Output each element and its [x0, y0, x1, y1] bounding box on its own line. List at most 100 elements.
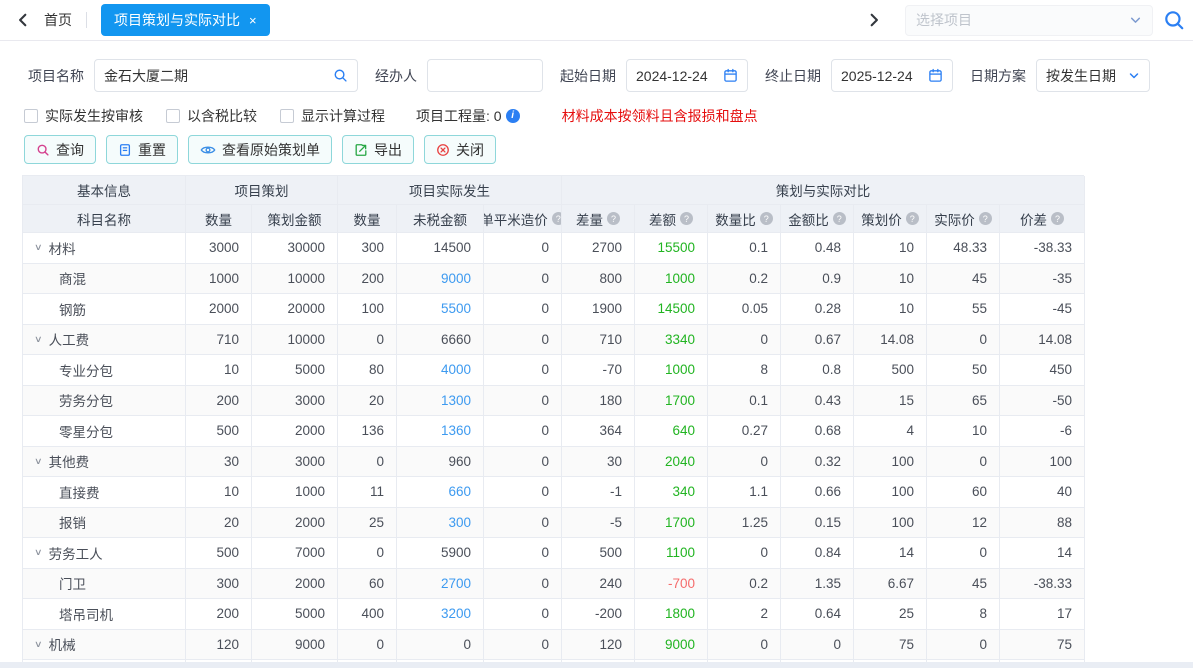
project-name-input[interactable] [104, 68, 327, 84]
plan_amount-value: 30000 [287, 240, 325, 255]
cell-per_sqm_cost: 0 [484, 355, 562, 386]
handler-field[interactable] [427, 59, 543, 92]
start-date-input[interactable] [636, 68, 717, 84]
help-icon[interactable]: ? [552, 212, 562, 225]
tab-home[interactable]: 首页 [36, 10, 86, 30]
calendar-icon[interactable] [723, 68, 738, 83]
cell-actual_qty: 25 [338, 508, 397, 539]
cell-price_diff: 17 [1000, 599, 1085, 630]
plan_price-value: 500 [891, 362, 914, 377]
cell-plan_qty: 3000 [186, 233, 252, 264]
untaxed_amount-value[interactable]: 660 [448, 484, 471, 499]
price_diff-value: 14.08 [1038, 332, 1072, 347]
cell-actual_price: 0 [927, 538, 1000, 569]
plan_amount-value: 10000 [287, 332, 325, 347]
global-search-icon[interactable] [1163, 9, 1185, 31]
help-icon[interactable]: ? [607, 212, 620, 225]
help-icon[interactable]: ? [760, 212, 773, 225]
collapse-chevron-icon[interactable]: ∨ [34, 639, 43, 650]
cell-amount_ratio: 0.84 [781, 538, 854, 569]
help-icon[interactable]: ? [680, 212, 693, 225]
cell-plan_qty: 200 [186, 599, 252, 630]
untaxed_amount-value[interactable]: 3200 [441, 606, 471, 621]
help-icon[interactable]: ? [1051, 212, 1064, 225]
help-icon[interactable]: ? [979, 212, 992, 225]
horizontal-scrollbar[interactable] [0, 662, 1193, 668]
cell-plan_price: 14 [854, 538, 927, 569]
column-label: 差量 [576, 209, 603, 229]
untaxed_amount-value[interactable]: 1360 [441, 423, 471, 438]
untaxed_amount-value: 6660 [441, 332, 471, 347]
collapse-chevron-icon[interactable]: ∨ [34, 334, 43, 345]
view-original-plan-button[interactable]: 查看原始策划单 [188, 135, 332, 164]
cell-plan_price: 75 [854, 630, 927, 661]
checkbox-icon[interactable] [24, 109, 38, 123]
project-select[interactable]: 选择项目 [905, 5, 1153, 36]
plan_price-value: 100 [891, 515, 914, 530]
cell-untaxed_amount: 1360 [397, 416, 484, 447]
cell-diff_qty: -1 [562, 477, 635, 508]
qty_ratio-value: 1.25 [742, 515, 768, 530]
table-row: 钢筋200020000100550001900145000.050.281055… [23, 294, 1084, 325]
checkbox-icon[interactable] [280, 109, 294, 123]
start-date-field[interactable] [626, 59, 748, 92]
export-button[interactable]: 导出 [342, 135, 414, 164]
collapse-chevron-icon[interactable]: ∨ [34, 547, 43, 558]
cell-diff_amount: 3340 [635, 325, 708, 356]
plan_price-value: 4 [906, 423, 914, 438]
end-date-input[interactable] [841, 68, 922, 84]
actual_price-value: 65 [972, 393, 987, 408]
table-column-header: 数量 [186, 205, 252, 233]
collapse-chevron-icon[interactable]: ∨ [34, 242, 43, 253]
table-row: ∨劳务工人5007000059000500110000.8414014 [23, 538, 1084, 569]
cell-plan_price: 10 [854, 294, 927, 325]
cell-amount_ratio: 0.15 [781, 508, 854, 539]
export-button-label: 导出 [374, 140, 402, 160]
cell-actual_qty: 0 [338, 325, 397, 356]
project-name-field[interactable] [94, 59, 358, 92]
cell-untaxed_amount: 6660 [397, 325, 484, 356]
cell-name: ∨材料 [23, 233, 186, 264]
calendar-icon[interactable] [928, 68, 943, 83]
checkbox-compare-with-tax[interactable]: 以含税比较 [166, 106, 257, 126]
untaxed_amount-value[interactable]: 2700 [441, 576, 471, 591]
collapse-chevron-icon[interactable]: ∨ [34, 456, 43, 467]
cell-plan_qty: 120 [186, 630, 252, 661]
reset-button[interactable]: 重置 [106, 135, 178, 164]
help-icon[interactable]: ? [833, 212, 846, 225]
cell-plan_amount: 2000 [252, 569, 338, 600]
untaxed_amount-value[interactable]: 4000 [441, 362, 471, 377]
column-label: 价差 [1020, 209, 1047, 229]
close-button[interactable]: 关闭 [424, 135, 496, 164]
diff_amount-value: 340 [672, 484, 695, 499]
tabs-scroll-right-icon[interactable] [861, 7, 887, 33]
diff_qty-value: 30 [607, 454, 622, 469]
untaxed_amount-value[interactable]: 1300 [441, 393, 471, 408]
table-column-header: 差额? [635, 205, 708, 233]
info-icon[interactable]: i [506, 109, 520, 123]
tab-close-icon[interactable]: × [249, 14, 257, 27]
end-date-field[interactable] [831, 59, 953, 92]
plan_qty-value: 200 [216, 393, 239, 408]
reset-button-label: 重置 [138, 140, 166, 160]
untaxed_amount-value[interactable]: 5500 [441, 301, 471, 316]
untaxed_amount-value[interactable]: 9000 [441, 271, 471, 286]
query-button[interactable]: 查询 [24, 135, 96, 164]
tab-active-project-comparison[interactable]: 项目策划与实际对比 × [101, 4, 270, 36]
qty_ratio-value: 0 [760, 637, 768, 652]
checkbox-icon[interactable] [166, 109, 180, 123]
cell-qty_ratio: 0 [708, 447, 781, 478]
tabs-scroll-left-icon[interactable] [10, 7, 36, 33]
table-group-header: 项目实际发生 [338, 176, 562, 205]
cell-diff_qty: 2700 [562, 233, 635, 264]
help-icon[interactable]: ? [906, 212, 919, 225]
plan_qty-value: 3000 [209, 240, 239, 255]
checkbox-show-calculation[interactable]: 显示计算过程 [280, 106, 385, 126]
checkbox-actual-by-audit[interactable]: 实际发生按审核 [24, 106, 143, 126]
search-icon[interactable] [333, 68, 348, 83]
date-scheme-select[interactable]: 按发生日期 [1036, 59, 1150, 92]
handler-input[interactable] [437, 68, 533, 84]
untaxed_amount-value[interactable]: 300 [448, 515, 471, 530]
table-row: 报销202000253000-517001.250.151001288 [23, 508, 1084, 539]
untaxed_amount-value: 5900 [441, 545, 471, 560]
